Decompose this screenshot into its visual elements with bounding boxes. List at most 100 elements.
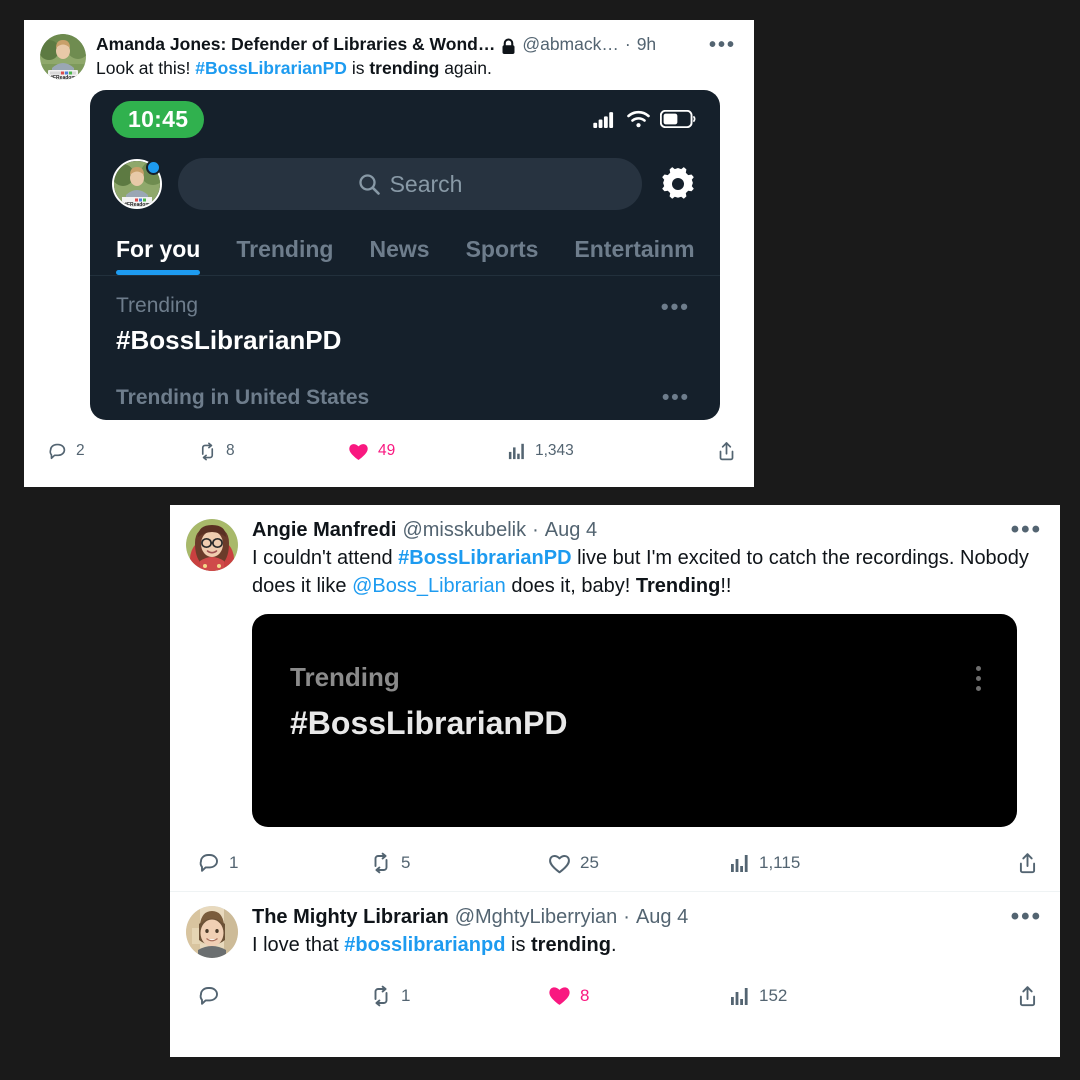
tweet-header: Amanda Jones: Defender of Libraries & Wo… <box>96 34 736 55</box>
share-icon <box>1017 852 1038 874</box>
views-button[interactable]: 152 <box>730 986 912 1006</box>
views-button[interactable]: 1,115 <box>730 853 912 873</box>
separator: · <box>623 906 630 929</box>
share-icon <box>1017 985 1038 1007</box>
handle[interactable]: @misskubelik <box>402 519 526 542</box>
more-options-button[interactable]: ••• <box>699 35 736 55</box>
heart-icon <box>548 853 571 874</box>
trend-item-united-states[interactable]: Trending in United States ••• <box>90 356 720 410</box>
tweet-header: Angie Manfredi @misskubelik · Aug 4 ••• <box>252 517 1042 542</box>
tab-trending[interactable]: Trending <box>236 236 333 275</box>
views-bar-chart-icon <box>730 853 750 873</box>
tweet-angie-manfredi[interactable]: Angie Manfredi @misskubelik · Aug 4 ••• … <box>170 505 1060 835</box>
like-count: 25 <box>580 853 599 873</box>
text-segment: again. <box>439 58 492 78</box>
trend-more-button[interactable]: ••• <box>662 386 690 410</box>
text-segment: is <box>346 58 370 78</box>
repost-button[interactable]: 5 <box>370 852 548 874</box>
display-name[interactable]: Angie Manfredi <box>252 519 396 542</box>
like-button[interactable]: 49 <box>348 442 508 461</box>
hashtag-link[interactable]: #BossLibrarianPD <box>398 547 571 569</box>
embedded-phone-screenshot[interactable]: 10:45 #FReadom Search For you Trending N… <box>90 90 720 421</box>
wifi-icon <box>626 110 651 128</box>
share-button[interactable] <box>717 441 736 461</box>
text-segment: I couldn't attend <box>252 547 399 569</box>
text-segment: I love that <box>252 934 345 957</box>
hashtag-link[interactable]: #BossLibrarianPD <box>195 58 347 78</box>
reply-button[interactable]: 2 <box>48 442 198 461</box>
text-segment: Look at this! <box>96 58 196 78</box>
battery-icon <box>660 110 696 129</box>
share-button[interactable] <box>1017 852 1038 874</box>
action-bar-mighty-librarian: 1 8 152 <box>170 968 1060 1024</box>
repost-icon <box>198 442 217 461</box>
kebab-menu-icon[interactable] <box>976 666 981 692</box>
handle[interactable]: @abmack… <box>522 34 619 55</box>
views-count: 152 <box>759 985 788 1005</box>
status-bar-icons <box>593 110 696 129</box>
handle[interactable]: @MghtyLiberryian <box>455 906 618 929</box>
views-bar-chart-icon <box>730 986 750 1006</box>
reply-icon <box>198 985 220 1007</box>
repost-button[interactable]: 1 <box>370 985 548 1007</box>
unread-badge <box>146 160 161 176</box>
search-placeholder: Search <box>389 170 463 197</box>
phone-search-row: #FReadom Search <box>90 148 720 220</box>
phone-profile-avatar[interactable]: #FReadom <box>112 159 162 210</box>
gear-icon[interactable] <box>658 164 698 204</box>
search-icon <box>358 173 380 195</box>
display-name[interactable]: The Mighty Librarian <box>252 906 449 929</box>
views-count: 1,115 <box>759 853 801 873</box>
reply-count: 2 <box>76 442 85 460</box>
repost-count: 5 <box>401 853 411 873</box>
views-button[interactable]: 1,343 <box>508 442 668 460</box>
tweet-amanda-jones[interactable]: #FReadom Amanda Jones: Defender of Libra… <box>24 20 754 428</box>
like-button[interactable]: 25 <box>548 853 730 874</box>
hashtag-link[interactable]: #bosslibrarianpd <box>344 934 505 956</box>
like-count: 49 <box>378 442 396 460</box>
trend-hashtag[interactable]: #BossLibrarianPD <box>116 325 694 356</box>
trend-hashtag[interactable]: #BossLibrarianPD <box>290 705 983 742</box>
tweet-card-amanda-jones: #FReadom Amanda Jones: Defender of Libra… <box>24 20 754 487</box>
tweet-mighty-librarian[interactable]: The Mighty Librarian @MghtyLiberryian · … <box>170 892 1060 968</box>
search-input[interactable]: Search <box>178 158 642 211</box>
more-options-button[interactable]: ••• <box>1001 905 1042 930</box>
heart-icon <box>348 442 369 461</box>
tab-news[interactable]: News <box>369 236 429 275</box>
reply-button[interactable]: 1 <box>198 852 370 874</box>
phone-tab-bar: For you Trending News Sports Entertainm <box>90 220 720 277</box>
avatar-mighty-librarian[interactable] <box>186 906 238 959</box>
text-bold: Trending <box>635 574 721 597</box>
tweet-card-thread: Angie Manfredi @misskubelik · Aug 4 ••• … <box>170 505 1060 1057</box>
display-name[interactable]: Amanda Jones: Defender of Libraries & Wo… <box>96 34 495 55</box>
trend-item-boss-librarian[interactable]: Trending #BossLibrarianPD ••• <box>90 276 720 356</box>
tab-for-you[interactable]: For you <box>116 236 201 276</box>
avatar-amanda-jones[interactable]: #FReadom <box>40 34 86 80</box>
tweet-header: The Mighty Librarian @MghtyLiberryian · … <box>252 905 1042 930</box>
tab-sports[interactable]: Sports <box>466 236 539 275</box>
text-segment: is <box>505 934 531 957</box>
mention-link[interactable]: @Boss_Librarian <box>352 575 506 597</box>
repost-count: 1 <box>401 985 411 1005</box>
action-bar-amanda-jones: 2 8 49 1,343 <box>24 428 754 476</box>
embedded-trending-card[interactable]: Trending #BossLibrarianPD <box>252 614 1017 828</box>
like-count: 8 <box>580 985 590 1005</box>
repost-icon <box>370 985 392 1007</box>
reply-count: 1 <box>229 853 239 873</box>
screenshot-canvas: #FReadom Amanda Jones: Defender of Libra… <box>0 0 1080 1080</box>
action-bar-angie-manfredi: 1 5 25 1,115 <box>170 835 1060 891</box>
tab-entertainment[interactable]: Entertainm <box>574 236 694 275</box>
reply-button[interactable] <box>198 985 370 1007</box>
timestamp[interactable]: 9h <box>637 34 656 55</box>
repost-button[interactable]: 8 <box>198 442 348 461</box>
more-options-button[interactable]: ••• <box>1001 517 1042 542</box>
avatar-angie-manfredi[interactable] <box>186 519 238 571</box>
trend-more-button[interactable]: ••• <box>661 294 690 320</box>
svg-text:#FReadom: #FReadom <box>50 75 76 80</box>
timestamp[interactable]: Aug 4 <box>545 519 597 542</box>
timestamp[interactable]: Aug 4 <box>636 906 688 929</box>
like-button[interactable]: 8 <box>548 985 730 1006</box>
share-button[interactable] <box>1017 985 1038 1007</box>
text-segment: does it, baby! <box>505 574 636 597</box>
trend-category-label: Trending <box>290 662 400 693</box>
